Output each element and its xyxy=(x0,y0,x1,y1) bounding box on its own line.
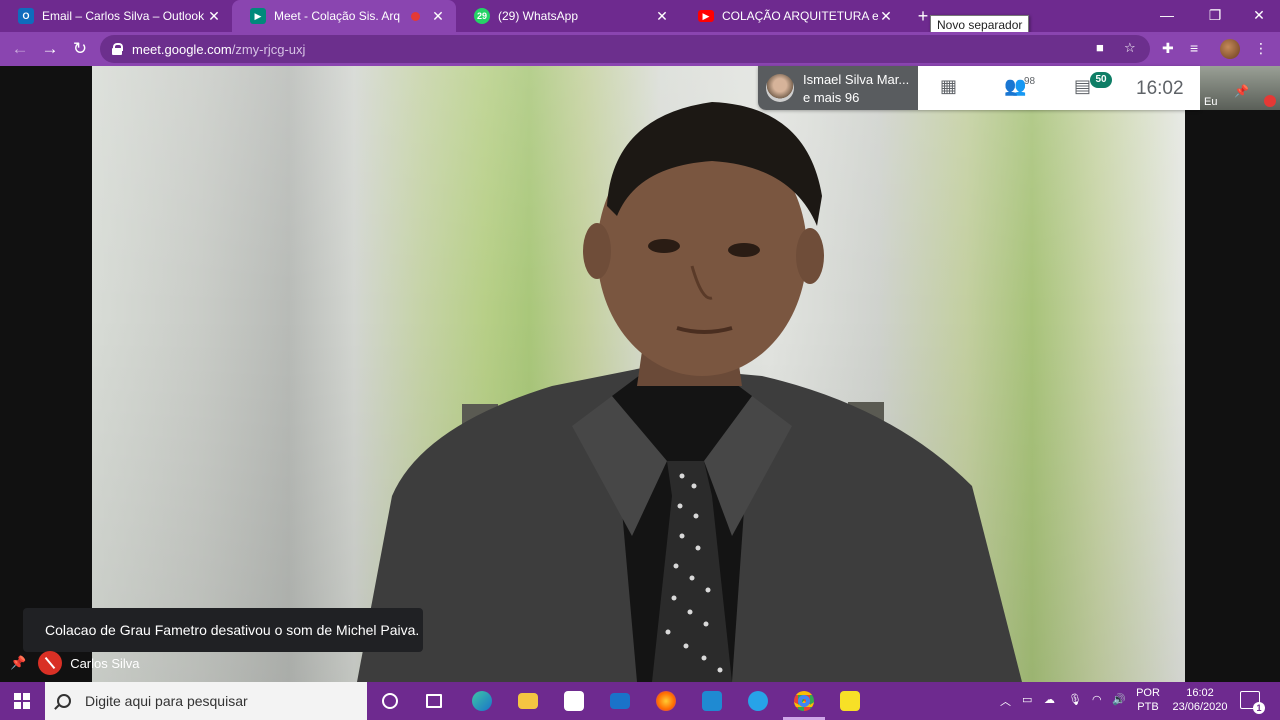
speaker-others: e mais 96 xyxy=(803,90,860,105)
main-video-feed xyxy=(92,66,1185,682)
close-tab-icon[interactable]: ✕ xyxy=(206,8,222,25)
forward-button[interactable]: → xyxy=(38,37,62,61)
pin-icon[interactable]: 📌 xyxy=(1234,84,1249,98)
tab-meet[interactable]: ▶ Meet - Colação Sis. Arq ✕ xyxy=(232,0,456,32)
tab-title: Meet - Colação Sis. Arq xyxy=(274,9,401,23)
onedrive-icon[interactable]: ☁ xyxy=(1044,693,1055,720)
whatsapp-icon: 29 xyxy=(474,8,490,24)
meet-stage: Ismael Silva Mar... e mais 96 ▦ 👥 98 ▤ 5… xyxy=(0,66,1280,682)
task-view-icon[interactable] xyxy=(421,689,447,713)
reload-button[interactable]: ↻ xyxy=(68,37,92,61)
volume-icon[interactable]: 🔊 xyxy=(1112,693,1126,720)
store-icon[interactable] xyxy=(561,689,587,713)
youtube-icon: ▶ xyxy=(698,10,714,22)
sticky-notes-icon[interactable] xyxy=(837,689,863,713)
keyboard-layout: PTB xyxy=(1137,701,1159,713)
cortana-icon[interactable] xyxy=(377,689,403,713)
notification-count: 1 xyxy=(1253,702,1265,714)
search-placeholder: Digite aqui para pesquisar xyxy=(85,693,248,709)
tab-title: COLAÇÃO ARQUITETURA e SISTE xyxy=(722,9,878,23)
minimize-button[interactable]: — xyxy=(1144,0,1190,32)
participant-video-image xyxy=(357,102,1022,682)
url-host: meet.google.com xyxy=(132,41,232,57)
mic-off-icon xyxy=(38,651,63,675)
edge-dev-icon[interactable] xyxy=(745,689,771,713)
language-code: POR xyxy=(1136,687,1160,699)
firefox-icon[interactable] xyxy=(653,689,679,713)
windows-taskbar: Digite aqui para pesquisar ︿ ▭ ☁ 🎙 ◠ 🔊 P… xyxy=(0,682,1280,720)
notifications-icon[interactable]: 1 xyxy=(1240,691,1265,714)
speaker-name: Ismael Silva Mar... xyxy=(803,72,910,87)
restore-button[interactable]: ❐ xyxy=(1192,0,1238,32)
windows-logo-icon xyxy=(14,693,30,709)
show-hidden-icons-icon[interactable]: ︿ xyxy=(1000,693,1011,720)
self-view-tile[interactable]: 📌 Eu xyxy=(1200,66,1280,110)
close-tab-icon[interactable]: ✕ xyxy=(654,8,670,25)
tab-outlook[interactable]: O Email – Carlos Silva – Outlook ✕ xyxy=(0,0,232,32)
menu-kebab-icon[interactable]: ⋮ xyxy=(1254,40,1268,57)
bookmark-star-icon[interactable]: ☆ xyxy=(1124,40,1136,56)
meet-icon: ▶ xyxy=(250,8,266,24)
pin-icon[interactable]: 📌 xyxy=(10,655,26,671)
recording-indicator-icon xyxy=(411,11,420,21)
active-speaker-chip[interactable]: Ismael Silva Mar... e mais 96 xyxy=(758,66,918,110)
tab-youtube[interactable]: ▶ COLAÇÃO ARQUITETURA e SISTE ✕ xyxy=(680,0,904,32)
tab-whatsapp[interactable]: 29 (29) WhatsApp ✕ xyxy=(456,0,680,32)
lock-icon xyxy=(112,43,123,55)
search-icon xyxy=(57,694,71,708)
tab-title: (29) WhatsApp xyxy=(498,9,579,23)
outlook-icon: O xyxy=(18,8,34,24)
self-label: Eu xyxy=(1204,96,1218,108)
camera-icon[interactable]: ■ xyxy=(1096,40,1104,55)
microphone-icon[interactable]: 🎙 xyxy=(1068,693,1082,720)
presenter-nametag: 📌 Carlos Silva xyxy=(10,650,140,676)
chat-count-badge: 50 xyxy=(1090,72,1112,88)
profile-avatar[interactable] xyxy=(1220,39,1240,59)
meeting-clock: 16:02 xyxy=(1136,78,1184,99)
tab-title: Email – Carlos Silva – Outlook xyxy=(42,9,205,23)
input-language[interactable]: POR PTB xyxy=(1136,686,1160,714)
file-explorer-icon[interactable] xyxy=(515,689,541,713)
address-bar[interactable]: meet.google.com/zmy-rjcg-uxj ■ ☆ xyxy=(100,35,1150,63)
layout-grid-icon[interactable]: ▦ xyxy=(940,76,957,97)
mic-off-icon xyxy=(1264,95,1276,107)
close-tab-icon[interactable]: ✕ xyxy=(430,8,446,25)
mute-notification-toast: Colacao de Grau Fametro desativou o som … xyxy=(23,608,423,652)
battery-icon[interactable]: ▭ xyxy=(1022,693,1032,720)
taskbar-date: 23/06/2020 xyxy=(1172,701,1228,713)
close-window-button[interactable]: ✕ xyxy=(1236,0,1280,32)
chat-icon[interactable]: ▤ xyxy=(1074,76,1091,97)
presenter-name: Carlos Silva xyxy=(70,655,140,671)
meet-info-bar: Ismael Silva Mar... e mais 96 ▦ 👥 98 ▤ 5… xyxy=(758,66,1200,110)
participants-count: 98 xyxy=(1024,76,1036,87)
browser-toolbar: ← → ↻ meet.google.com/zmy-rjcg-uxj ■ ☆ ✚… xyxy=(0,32,1280,66)
back-button[interactable]: ← xyxy=(8,37,32,61)
vscode-icon[interactable] xyxy=(699,689,725,713)
taskbar-search[interactable]: Digite aqui para pesquisar xyxy=(45,682,367,720)
extensions-icon[interactable]: ✚ xyxy=(1162,40,1174,57)
edge-icon[interactable] xyxy=(469,689,495,713)
media-control-icon[interactable]: ≡ xyxy=(1190,40,1198,56)
start-button[interactable] xyxy=(0,682,44,720)
taskbar-time: 16:02 xyxy=(1186,687,1214,699)
speaker-avatar xyxy=(766,74,794,102)
close-tab-icon[interactable]: ✕ xyxy=(878,8,894,25)
screen: O Email – Carlos Silva – Outlook ✕ ▶ Mee… xyxy=(0,0,1280,720)
wifi-icon[interactable]: ◠ xyxy=(1092,693,1102,720)
url-path: /zmy-rjcg-uxj xyxy=(231,41,306,57)
chrome-icon[interactable] xyxy=(783,689,825,720)
clock-date[interactable]: 16:02 23/06/2020 xyxy=(1168,686,1232,714)
mail-icon[interactable] xyxy=(607,689,633,713)
tab-strip: O Email – Carlos Silva – Outlook ✕ ▶ Mee… xyxy=(0,0,1280,35)
